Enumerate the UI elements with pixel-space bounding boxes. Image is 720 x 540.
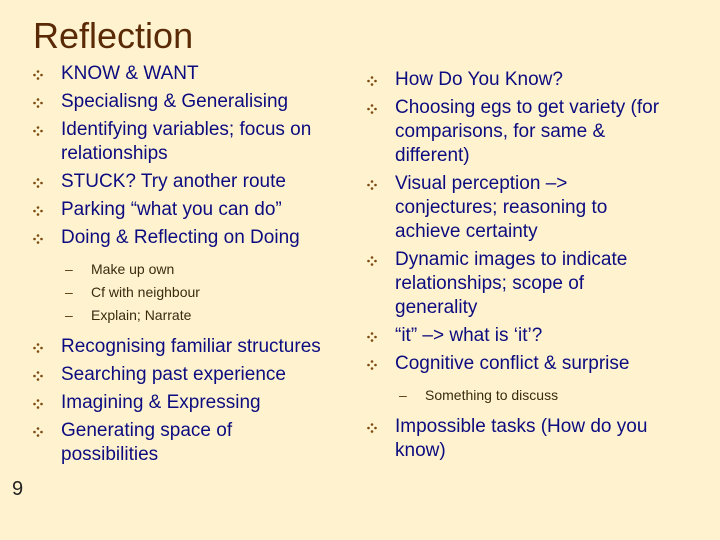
bullet-text: Impossible tasks (How do you know) — [395, 416, 648, 461]
bullet-item: Searching past experience — [33, 363, 333, 387]
left-column: KNOW & WANT Specialisng & Generalising I… — [33, 62, 333, 471]
diamond-bullet-icon — [33, 234, 43, 244]
diamond-bullet-icon — [367, 423, 377, 433]
bullet-item: Generating space of possibilities — [33, 419, 333, 467]
diamond-bullet-icon — [367, 104, 377, 114]
bullet-text: STUCK? Try another route — [61, 171, 286, 192]
right-bullet-list-b: Impossible tasks (How do you know) — [367, 415, 667, 463]
sub-text: Explain; Narrate — [91, 307, 192, 323]
bullet-text: KNOW & WANT — [61, 63, 199, 84]
sub-item: – Explain; Narrate — [33, 304, 333, 327]
bullet-text: Specialisng & Generalising — [61, 91, 289, 112]
bullet-item: Impossible tasks (How do you know) — [367, 415, 667, 463]
right-bullet-list-a: How Do You Know? Choosing egs to get var… — [367, 68, 667, 376]
bullet-text: Doing & Reflecting on Doing — [61, 227, 300, 248]
bullet-text: Parking “what you can do” — [61, 199, 282, 220]
bullet-text: Generating space of possibilities — [61, 420, 233, 465]
bullet-item: “it” –> what is ‘it’? — [367, 324, 667, 348]
bullet-item: How Do You Know? — [367, 68, 667, 92]
dash-bullet-icon: – — [65, 284, 73, 300]
bullet-text: How Do You Know? — [395, 69, 563, 90]
bullet-text: Identifying variables; focus on relation… — [61, 119, 312, 164]
bullet-item: Identifying variables; focus on relation… — [33, 118, 333, 166]
diamond-bullet-icon — [33, 98, 43, 108]
sub-text: Something to discuss — [425, 387, 559, 403]
bullet-item: Recognising familiar structures — [33, 335, 333, 359]
left-sub-list: – Make up own – Cf with neighbour – Explain… — [33, 258, 333, 327]
diamond-bullet-icon — [33, 206, 43, 216]
bullet-text: Recognising familiar structures — [61, 336, 321, 357]
right-sub-list: – Something to discuss — [367, 384, 667, 407]
diamond-bullet-icon — [33, 70, 43, 80]
bullet-text: Visual perception –> conjectures; reason… — [395, 173, 608, 242]
left-bullet-list-b: Recognising familiar structures Searchin… — [33, 335, 333, 467]
bullet-text: Searching past experience — [61, 364, 286, 385]
diamond-bullet-icon — [33, 178, 43, 188]
diamond-bullet-icon — [33, 399, 43, 409]
bullet-text: “it” –> what is ‘it’? — [395, 325, 543, 346]
bullet-item: Choosing egs to get variety (for compari… — [367, 96, 667, 168]
bullet-item: Doing & Reflecting on Doing — [33, 226, 333, 250]
bullet-item: STUCK? Try another route — [33, 170, 333, 194]
diamond-bullet-icon — [33, 371, 43, 381]
dash-bullet-icon: – — [399, 387, 407, 403]
bullet-item: Visual perception –> conjectures; reason… — [367, 172, 667, 244]
diamond-bullet-icon — [33, 343, 43, 353]
bullet-text: Imagining & Expressing — [61, 392, 261, 413]
bullet-item: Cognitive conflict & surprise — [367, 352, 667, 376]
bullet-item: Parking “what you can do” — [33, 198, 333, 222]
dash-bullet-icon: – — [65, 261, 73, 277]
left-bullet-list-a: KNOW & WANT Specialisng & Generalising I… — [33, 62, 333, 250]
slide-title: Reflection — [33, 15, 194, 56]
right-column: How Do You Know? Choosing egs to get var… — [367, 68, 667, 467]
sub-text: Make up own — [91, 261, 175, 277]
sub-text: Cf with neighbour — [91, 284, 200, 300]
bullet-item: Dynamic images to indicate relationships… — [367, 248, 667, 320]
bullet-text: Choosing egs to get variety (for compari… — [395, 97, 660, 166]
sub-item: – Cf with neighbour — [33, 281, 333, 304]
diamond-bullet-icon — [367, 360, 377, 370]
diamond-bullet-icon — [33, 427, 43, 437]
bullet-text: Dynamic images to indicate relationships… — [395, 249, 628, 318]
bullet-text: Cognitive conflict & surprise — [395, 353, 630, 374]
diamond-bullet-icon — [367, 256, 377, 266]
diamond-bullet-icon — [367, 76, 377, 86]
bullet-item: KNOW & WANT — [33, 62, 333, 86]
sub-item: – Make up own — [33, 258, 333, 281]
diamond-bullet-icon — [33, 126, 43, 136]
sub-item: – Something to discuss — [367, 384, 667, 407]
diamond-bullet-icon — [367, 180, 377, 190]
dash-bullet-icon: – — [65, 307, 73, 323]
page-number: 9 — [12, 478, 24, 500]
bullet-item: Specialisng & Generalising — [33, 90, 333, 114]
diamond-bullet-icon — [367, 332, 377, 342]
bullet-item: Imagining & Expressing — [33, 391, 333, 415]
